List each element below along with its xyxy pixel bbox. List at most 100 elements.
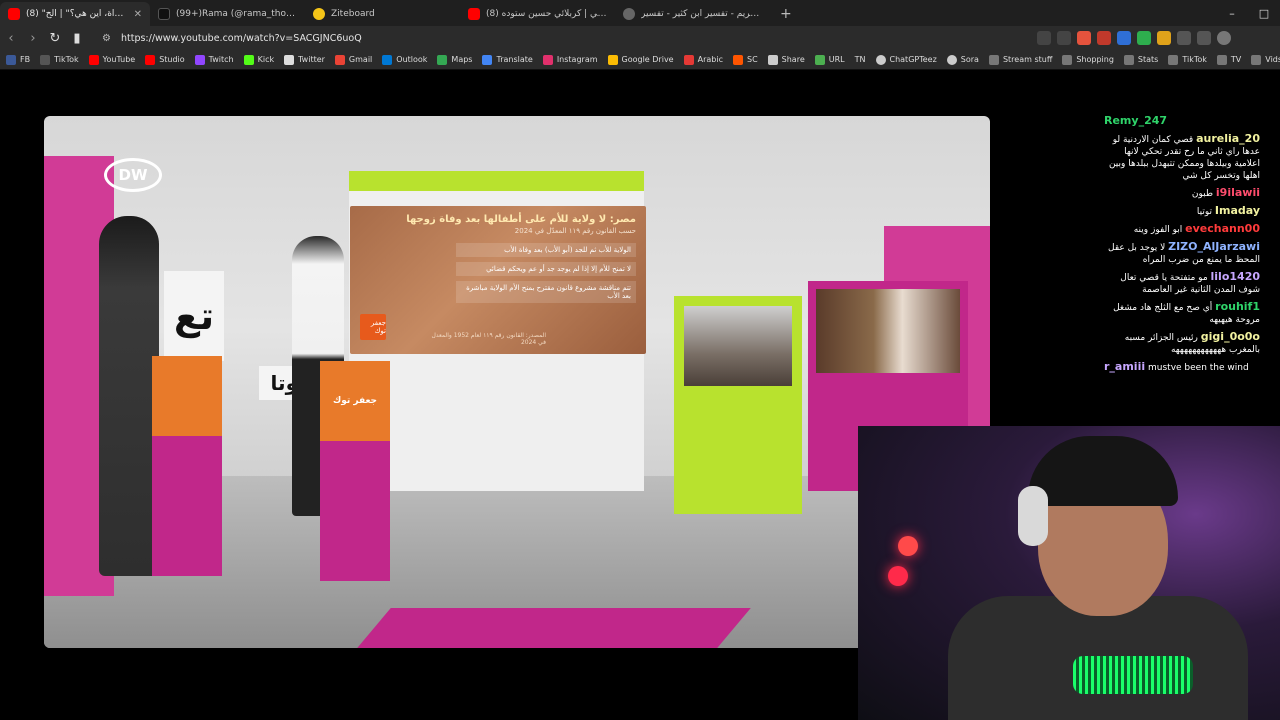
maximize-button[interactable]: □ [1248, 7, 1280, 20]
bookmark-outlook[interactable]: Outlook [382, 54, 427, 65]
chat-username: r_amiii [1104, 360, 1146, 373]
minimize-button[interactable]: – [1216, 7, 1248, 20]
bookmark-twitch[interactable]: Twitch [194, 54, 234, 65]
bookmark-maps[interactable]: Maps [437, 54, 472, 65]
media-icon[interactable] [1197, 31, 1211, 45]
close-tab-icon[interactable]: ✕ [134, 9, 142, 20]
soundcloud-icon [732, 54, 743, 65]
bookmark-sora[interactable]: Sora [946, 54, 979, 65]
tab-youtube-video[interactable]: (8) "حقوقي كامرأة، أين هي؟" | الح ✕ [0, 2, 150, 26]
rgb-light [898, 536, 918, 556]
bookmark-tv[interactable]: TV [1216, 54, 1241, 65]
share-icon[interactable] [1057, 31, 1071, 45]
bookmark-youtube[interactable]: YouTube [88, 54, 135, 65]
audio-extension-icon[interactable] [1117, 31, 1131, 45]
page-content: DW مصر: لا ولاية للأم على أطفالها بعد وف… [0, 71, 1280, 720]
chat-message: Remy_247 [1100, 115, 1280, 128]
presenter-woman [99, 216, 159, 576]
instagram-icon [542, 54, 553, 65]
bookmark-tiktok[interactable]: TikTok [40, 54, 79, 65]
folder-icon [1062, 54, 1073, 65]
brave-shield-icon[interactable] [1077, 31, 1091, 45]
alert-icon[interactable] [1097, 31, 1111, 45]
bookmark-studio[interactable]: Studio [145, 54, 185, 65]
show-logo: جعفر توك [360, 314, 386, 340]
youtube-studio-icon [145, 54, 156, 65]
profile-avatar-icon[interactable] [1217, 31, 1231, 45]
yellow-extension-icon[interactable] [1157, 31, 1171, 45]
green-extension-icon[interactable] [1137, 31, 1151, 45]
address-bar[interactable]: ⚙ https://www.youtube.com/watch?v=SACGJN… [96, 28, 1031, 48]
bookmark-chatgpteez[interactable]: ChatGPTeez [875, 54, 937, 65]
bookmark-sc[interactable]: SC [732, 54, 758, 65]
chat-username: Imaday [1214, 204, 1260, 217]
chat-text: ابو الفوز وينه [1133, 225, 1183, 235]
globe-icon [623, 8, 635, 20]
dw-logo: DW [104, 158, 162, 192]
chat-text: توتيا [1196, 207, 1213, 217]
bookmark-tn[interactable]: TN [855, 55, 866, 64]
bookmark-kick[interactable]: Kick [243, 54, 274, 65]
rgb-light [888, 566, 908, 586]
back-arrow-icon[interactable]: ‹ [0, 31, 22, 46]
chat-username: Remy_247 [1104, 114, 1168, 127]
translate-icon [482, 54, 493, 65]
bookmarks-bar: FB TikTok YouTube Studio Twitch Kick Twi… [0, 50, 1280, 70]
new-tab-button[interactable]: + [770, 2, 802, 26]
twitch-icon [194, 54, 205, 65]
x-icon [284, 54, 295, 65]
tab-quran[interactable]: القرآن الكريم - تفسير ابن كثير - تفسير [615, 2, 770, 26]
headset [1018, 486, 1048, 546]
tab-strip: (8) "حقوقي كامرأة، أين هي؟" | الح ✕ (99+… [0, 0, 1280, 26]
extensions-area [1037, 31, 1231, 45]
chat-username: lilo1420 [1210, 270, 1260, 283]
chat-username: rouhif1 [1215, 300, 1260, 313]
bookmark-twitter[interactable]: Twitter [284, 54, 325, 65]
screen-line: الولاية للأب ثم للجد (أبو الأب) بعد وفاة… [456, 243, 636, 257]
screen-line: تتم مناقشة مشروع قانون مقترح بمنح الأم ا… [456, 281, 636, 303]
chat-message: Imaday توتيا [1100, 205, 1280, 218]
bookmark-vids[interactable]: Vids [1251, 54, 1280, 65]
video-player[interactable]: DW مصر: لا ولاية للأم على أطفالها بعد وف… [44, 116, 990, 648]
bookmark-translate[interactable]: Translate [482, 54, 533, 65]
google-drive-icon [607, 54, 618, 65]
tab-title: القرآن الكريم - تفسير ابن كثير - تفسير [641, 9, 762, 19]
folder-icon [1168, 54, 1179, 65]
bookmark-stats[interactable]: Stats [1123, 54, 1158, 65]
maps-icon [437, 54, 448, 65]
bookmark-tiktok-folder[interactable]: TikTok [1168, 54, 1207, 65]
kick-icon [243, 54, 254, 65]
site-info-icon[interactable]: ⚙ [102, 33, 111, 44]
bookmark-url[interactable]: URL [814, 54, 845, 65]
bookmark-share[interactable]: Share [767, 54, 805, 65]
streamer-webcam [858, 426, 1280, 720]
bookmark-instagram[interactable]: Instagram [542, 54, 598, 65]
tab-ziteboard[interactable]: Ziteboard [305, 2, 460, 26]
chat-message: gigi_0o0o رئيس الجزائر مسبه بالمغرب هههه… [1100, 331, 1280, 356]
guest-frame-1 [674, 296, 802, 514]
bookmark-icon[interactable]: ▮ [66, 31, 88, 46]
tiktok-icon [158, 8, 170, 20]
youtube-icon [88, 54, 99, 65]
bookmark-shopping[interactable]: Shopping [1062, 54, 1114, 65]
bookmark-arabic[interactable]: Arabic [683, 54, 723, 65]
chatgpt-icon [875, 54, 886, 65]
chat-text: mustve been the wind [1148, 363, 1249, 373]
bookmark-google-drive[interactable]: Google Drive [607, 54, 674, 65]
folder-icon [1216, 54, 1227, 65]
bookmark-gmail[interactable]: Gmail [334, 54, 372, 65]
tab-karbalai[interactable]: (8) ثيار علي | كربلائي حسين ستوده [460, 2, 615, 26]
cast-icon[interactable] [1037, 31, 1051, 45]
podium-center: جعفر توك [320, 361, 390, 581]
sora-icon [946, 54, 957, 65]
forward-arrow-icon[interactable]: › [22, 31, 44, 46]
screen-source: المصدر: القانون رقم ١١٩ لعام 1952 والمعد… [431, 332, 546, 346]
chat-username: gigi_0o0o [1200, 330, 1260, 343]
bookmark-fb[interactable]: FB [6, 54, 30, 65]
url-text[interactable]: https://www.youtube.com/watch?v=SACGJNC6… [121, 33, 362, 44]
tab-tiktok[interactable]: (99+)Rama (@rama_thoughts) | TikTo [150, 2, 305, 26]
reload-icon[interactable]: ↻ [44, 31, 66, 46]
extension-icon[interactable] [1177, 31, 1191, 45]
bookmark-stream-stuff[interactable]: Stream stuff [988, 54, 1052, 65]
floor-stripe [357, 608, 751, 648]
